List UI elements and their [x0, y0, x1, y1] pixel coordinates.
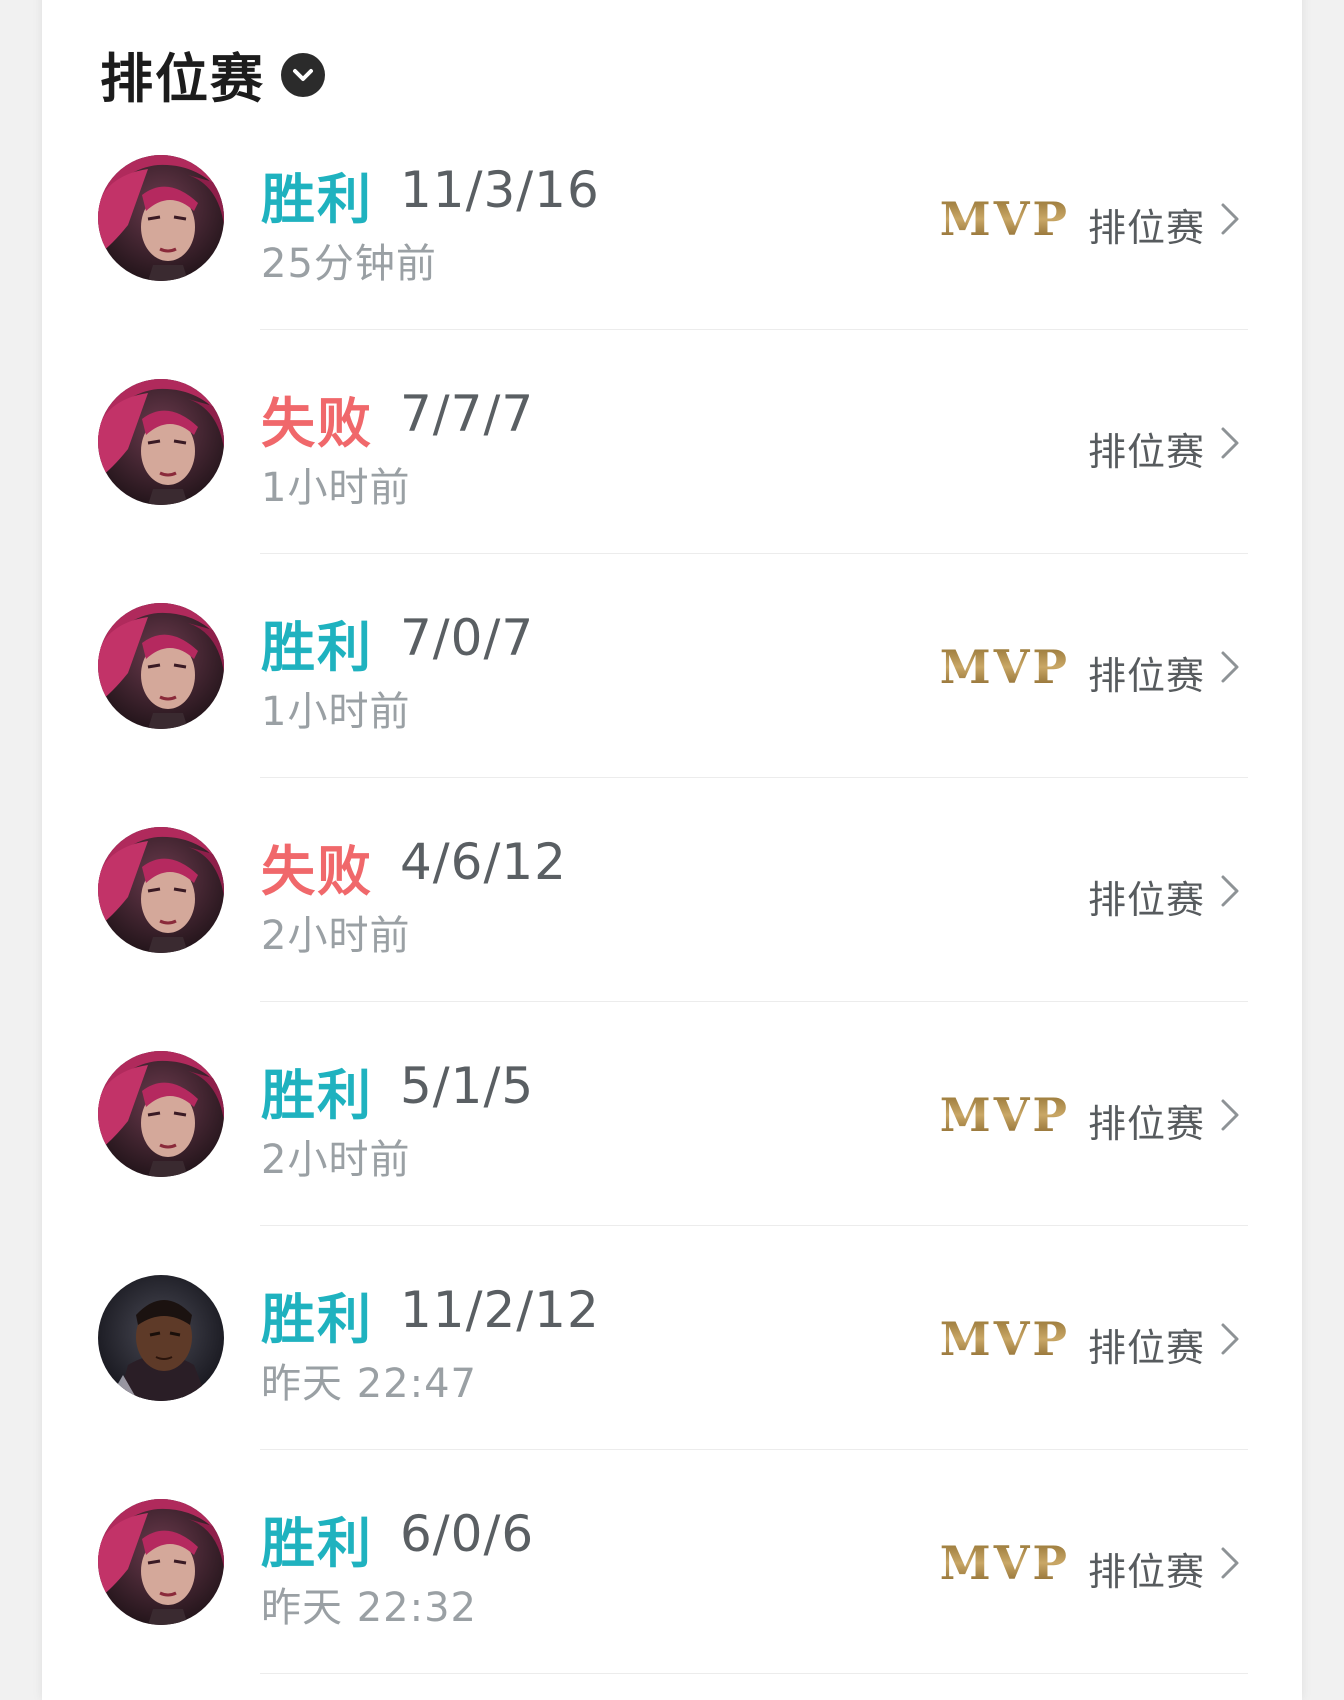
kda-score: 11/2/12	[400, 1281, 600, 1339]
game-mode-label: 排位赛	[1087, 654, 1205, 698]
match-result: 胜利	[261, 616, 373, 679]
match-row[interactable]: 失败 4/6/12 2小时前 排位赛	[0, 785, 1344, 1009]
game-mode-label: 排位赛	[1087, 878, 1205, 922]
match-row[interactable]: 胜利 11/2/12 昨天 22:47 MVP 排位赛	[0, 1233, 1344, 1457]
mode-filter[interactable]: 排位赛	[100, 40, 325, 110]
chevron-right-icon	[1221, 875, 1239, 907]
game-mode-label: 排位赛	[1087, 430, 1205, 474]
row-divider	[260, 777, 1248, 778]
match-result: 胜利	[261, 1288, 373, 1351]
mvp-badge: MVP	[939, 192, 1070, 246]
match-row[interactable]: 胜利 6/0/6 昨天 22:32 MVP 排位赛	[0, 1457, 1344, 1681]
row-divider	[260, 553, 1248, 554]
kda-score: 5/1/5	[400, 1057, 535, 1115]
mvp-badge: MVP	[939, 1312, 1070, 1366]
mvp-badge: MVP	[939, 1088, 1070, 1142]
match-time: 昨天 22:47	[261, 1361, 477, 1407]
kda-score: 4/6/12	[400, 833, 567, 891]
game-mode-label: 排位赛	[1087, 1326, 1205, 1370]
pink-hair-champion-avatar	[98, 603, 224, 729]
chevron-right-icon	[1221, 1099, 1239, 1131]
match-row[interactable]: 胜利 5/1/5 2小时前 MVP 排位赛	[0, 1009, 1344, 1233]
game-mode-label: 排位赛	[1087, 206, 1205, 250]
dark-skin-champion-avatar	[98, 1275, 224, 1401]
chevron-down-icon[interactable]	[281, 53, 325, 97]
row-divider	[260, 1001, 1248, 1002]
chevron-right-icon	[1221, 1547, 1239, 1579]
match-time: 1小时前	[261, 465, 411, 511]
match-time: 2小时前	[261, 913, 411, 959]
match-row[interactable]: 胜利 11/3/16 25分钟前 MVP 排位赛	[0, 113, 1344, 337]
match-time: 1小时前	[261, 689, 411, 735]
row-divider	[260, 1673, 1248, 1674]
match-result: 失败	[261, 840, 373, 903]
row-divider	[260, 329, 1248, 330]
chevron-right-icon	[1221, 651, 1239, 683]
chevron-right-icon	[1221, 1323, 1239, 1355]
match-time: 25分钟前	[261, 241, 437, 287]
row-divider	[260, 1225, 1248, 1226]
chevron-right-icon	[1221, 203, 1239, 235]
match-result: 胜利	[261, 1512, 373, 1575]
kda-score: 7/0/7	[400, 609, 535, 667]
match-row[interactable]: 失败 7/7/7 1小时前 排位赛	[0, 337, 1344, 561]
pink-hair-champion-avatar	[98, 155, 224, 281]
chevron-right-icon	[1221, 427, 1239, 459]
mvp-badge: MVP	[939, 640, 1070, 694]
match-row[interactable]: 胜利 7/0/7 1小时前 MVP 排位赛	[0, 561, 1344, 785]
match-time: 昨天 22:32	[261, 1585, 477, 1631]
mvp-badge: MVP	[939, 1536, 1070, 1590]
match-result: 胜利	[261, 168, 373, 231]
match-result: 失败	[261, 392, 373, 455]
game-mode-label: 排位赛	[1087, 1102, 1205, 1146]
match-time: 2小时前	[261, 1137, 411, 1183]
page-title: 排位赛	[100, 49, 265, 110]
kda-score: 6/0/6	[400, 1505, 535, 1563]
pink-hair-champion-avatar	[98, 827, 224, 953]
match-result: 胜利	[261, 1064, 373, 1127]
row-divider	[260, 1449, 1248, 1450]
kda-score: 7/7/7	[400, 385, 535, 443]
pink-hair-champion-avatar	[98, 379, 224, 505]
pink-hair-champion-avatar	[98, 1051, 224, 1177]
game-mode-label: 排位赛	[1087, 1550, 1205, 1594]
pink-hair-champion-avatar	[98, 1499, 224, 1625]
kda-score: 11/3/16	[400, 161, 600, 219]
